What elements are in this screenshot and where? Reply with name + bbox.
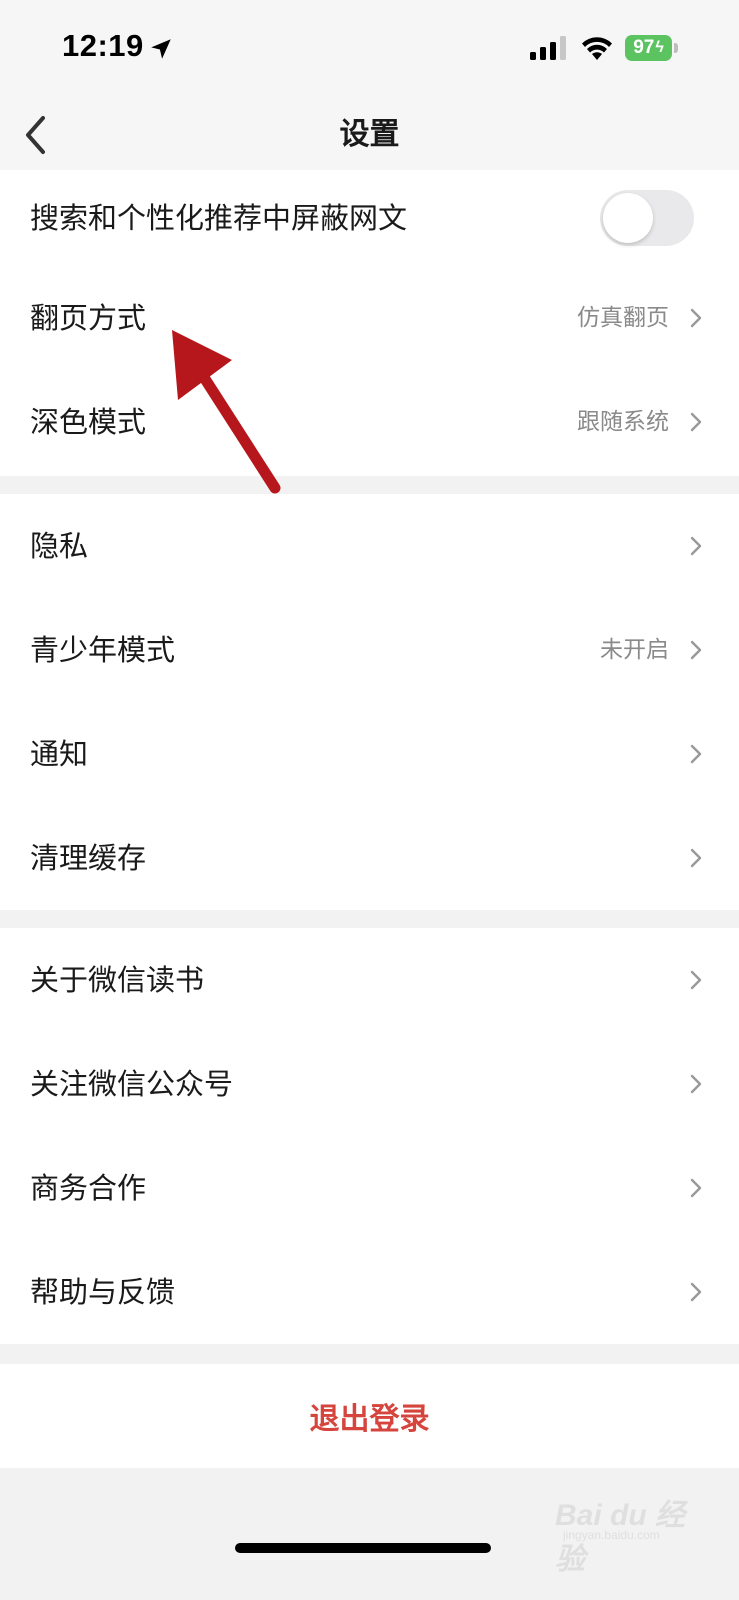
nav-bar: 设置: [0, 100, 739, 170]
chevron-right-icon: [690, 848, 702, 868]
chevron-right-icon: [690, 1178, 702, 1198]
setting-row-business[interactable]: 商务合作: [0, 1136, 739, 1240]
chevron-right-icon: [690, 640, 702, 660]
chevron-right-icon: [690, 308, 702, 328]
page-title: 设置: [339, 117, 400, 152]
setting-value: 未开启: [600, 637, 669, 663]
setting-label: 深色模式: [30, 405, 147, 439]
chevron-right-icon: [690, 1074, 702, 1094]
chevron-right-icon: [690, 536, 702, 556]
setting-row-help-feedback[interactable]: 帮助与反馈: [0, 1240, 739, 1344]
setting-label: 搜索和个性化推荐中屏蔽网文: [30, 201, 408, 235]
setting-label: 通知: [30, 737, 89, 771]
setting-label: 隐私: [30, 529, 89, 563]
status-time: 12:19: [62, 28, 144, 63]
setting-label: 商务合作: [30, 1171, 147, 1205]
setting-label: 帮助与反馈: [30, 1275, 176, 1309]
chevron-right-icon: [690, 744, 702, 764]
chevron-right-icon: [690, 412, 702, 432]
setting-label: 青少年模式: [30, 633, 176, 667]
annotation-arrow-icon: [172, 330, 281, 494]
setting-label: 关于微信读书: [30, 963, 205, 997]
chevron-right-icon: [690, 970, 702, 990]
setting-row-about[interactable]: 关于微信读书: [0, 928, 739, 1032]
setting-label: 关注微信公众号: [30, 1067, 234, 1101]
setting-row-teen-mode[interactable]: 青少年模式 未开启: [0, 598, 739, 702]
battery-level: 97: [633, 37, 655, 58]
settings-section-about: 关于微信读书 关注微信公众号 商务合作 帮助与反馈: [0, 928, 739, 1344]
setting-row-block-webnovels: 搜索和个性化推荐中屏蔽网文: [0, 170, 739, 266]
wifi-icon: [582, 37, 612, 60]
watermark-logo: Bai du 经验 jingyan.baidu.com: [555, 1490, 705, 1576]
home-indicator[interactable]: [235, 1543, 491, 1553]
setting-value: 仿真翻页: [577, 305, 669, 331]
setting-row-dark-mode[interactable]: 深色模式 跟随系统: [0, 370, 739, 474]
logout-label: 退出登录: [309, 1402, 430, 1437]
watermark-sub: jingyan.baidu.com: [563, 1528, 660, 1542]
setting-row-page-turn[interactable]: 翻页方式 仿真翻页: [0, 266, 739, 370]
settings-section-account: 隐私 青少年模式 未开启 通知 清理缓存: [0, 494, 739, 910]
setting-label: 翻页方式: [30, 301, 147, 335]
battery-indicator: 97 ϟ: [625, 35, 672, 61]
setting-row-privacy[interactable]: 隐私: [0, 494, 739, 598]
block-webnovels-toggle[interactable]: [600, 190, 694, 246]
setting-row-follow-official-account[interactable]: 关注微信公众号: [0, 1032, 739, 1136]
setting-label: 清理缓存: [30, 841, 147, 875]
charging-bolt-icon: ϟ: [655, 39, 664, 56]
setting-row-clear-cache[interactable]: 清理缓存: [0, 806, 739, 910]
cellular-signal-icon: [530, 36, 566, 60]
location-arrow-icon: [151, 39, 171, 59]
logout-button[interactable]: 退出登录: [0, 1364, 739, 1468]
settings-section-display: 搜索和个性化推荐中屏蔽网文 翻页方式 仿真翻页 深色模式 跟随系统: [0, 170, 739, 476]
setting-value: 跟随系统: [577, 409, 669, 435]
setting-row-notifications[interactable]: 通知: [0, 702, 739, 806]
status-bar: 12:19 97 ϟ: [0, 0, 739, 100]
chevron-right-icon: [690, 1282, 702, 1302]
battery-cap: [674, 43, 678, 53]
toggle-knob: [603, 193, 653, 243]
